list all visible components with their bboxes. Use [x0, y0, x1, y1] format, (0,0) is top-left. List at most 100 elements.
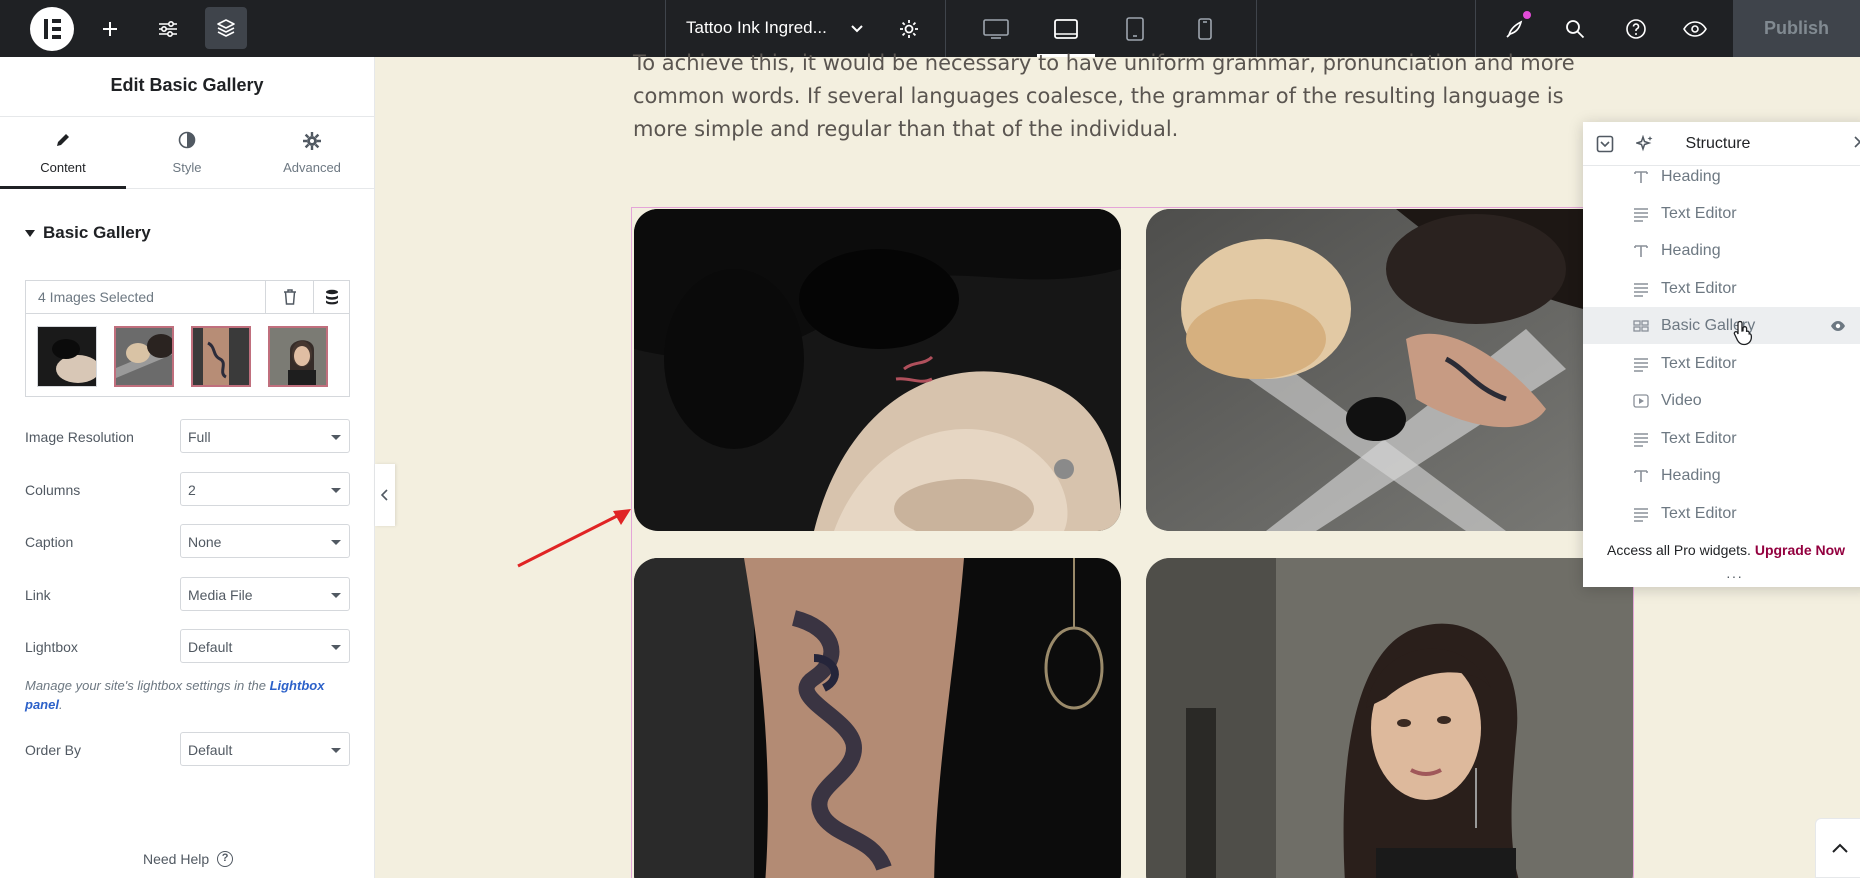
half-circle-icon [124, 131, 250, 151]
image-resolution-select[interactable]: Full [180, 419, 350, 453]
structure-item-text-editor[interactable]: Text Editor [1583, 495, 1860, 527]
order-by-control: Order By Default [25, 732, 350, 768]
publish-button[interactable]: Publish [1733, 0, 1860, 57]
text-editor-icon [1633, 206, 1649, 222]
lightbox-note: Manage your site's lightbox settings in … [25, 676, 355, 714]
tab-style[interactable]: Style [124, 117, 250, 189]
order-by-select[interactable]: Default [180, 732, 350, 766]
structure-item-text-editor[interactable]: Text Editor [1583, 345, 1860, 382]
tab-label: Style [172, 160, 202, 175]
gallery-image[interactable] [634, 558, 1121, 878]
structure-item-video[interactable]: Video [1583, 382, 1860, 419]
lightbox-control: Lightbox Default [25, 629, 350, 665]
structure-item-heading[interactable]: Heading [1583, 167, 1860, 195]
structure-item-text-editor[interactable]: Text Editor [1583, 270, 1860, 307]
tab-label: Advanced [283, 160, 341, 175]
gallery-control[interactable]: 4 Images Selected [25, 280, 350, 397]
structure-item-basic-gallery[interactable]: Basic Gallery [1583, 307, 1860, 344]
dropdown-arrow-icon [331, 593, 341, 598]
elementor-logo-icon[interactable] [30, 7, 74, 51]
caption-select[interactable]: None [180, 524, 350, 558]
gallery-image[interactable] [1146, 209, 1633, 531]
lightbox-select[interactable]: Default [180, 629, 350, 663]
structure-item-label: Text Editor [1661, 505, 1737, 522]
structure-item-label: Video [1661, 392, 1702, 409]
upsell-text: Access all Pro widgets. [1607, 542, 1751, 558]
collapse-panel-button[interactable] [375, 464, 395, 526]
select-value: None [188, 534, 222, 550]
help-icon: ? [217, 851, 234, 867]
heading-icon [1633, 468, 1649, 484]
structure-item-label: Heading [1661, 242, 1721, 259]
gallery-image[interactable] [634, 209, 1121, 531]
video-icon [1633, 393, 1649, 409]
select-value: Full [188, 429, 211, 445]
structure-title: Structure [1685, 135, 1751, 152]
pro-upsell: Access all Pro widgets. Upgrade Now [1607, 542, 1845, 558]
section-toggle[interactable]: Basic Gallery [25, 223, 151, 243]
note-text: Manage your site's lightbox settings in … [25, 678, 270, 693]
link-select[interactable]: Media File [180, 577, 350, 611]
hand-cursor-icon [1733, 320, 1753, 346]
editor-panel: Edit Basic Gallery Content Style Advance… [0, 57, 375, 878]
plus-icon[interactable] [85, 0, 135, 57]
note-end: . [58, 697, 63, 712]
database-icon[interactable] [313, 281, 349, 313]
tab-advanced[interactable]: Advanced [249, 117, 375, 189]
gallery-thumbnail[interactable] [268, 326, 328, 387]
control-label: Link [25, 587, 51, 603]
control-label: Order By [25, 742, 82, 758]
pencil-icon [0, 131, 126, 151]
gear-icon [249, 131, 375, 151]
eye-icon[interactable] [1830, 319, 1846, 337]
gallery-image[interactable] [1146, 558, 1633, 878]
eye-icon[interactable] [1670, 0, 1720, 57]
resize-handle[interactable]: ··· [1726, 568, 1743, 584]
need-help-link[interactable]: Need Help ? [143, 851, 234, 867]
chevron-left-icon [381, 489, 388, 501]
structure-item-heading[interactable]: Heading [1583, 457, 1860, 494]
select-value: Default [188, 639, 233, 655]
structure-item-text-editor[interactable]: Text Editor [1583, 195, 1860, 232]
columns-select[interactable]: 2 [180, 472, 350, 506]
structure-item-label: Text Editor [1661, 280, 1737, 297]
annotation-arrow [517, 509, 631, 568]
caret-down-icon [25, 229, 35, 237]
sliders-icon[interactable] [143, 0, 193, 57]
dropdown-arrow-icon [331, 748, 341, 753]
select-value: Media File [188, 587, 253, 603]
gallery-thumbnail[interactable] [114, 326, 174, 387]
trash-icon[interactable] [265, 281, 313, 313]
structure-header: Structure [1583, 122, 1860, 166]
text-editor-icon [1633, 431, 1649, 447]
layers-icon[interactable] [205, 7, 247, 49]
structure-item-label: Text Editor [1661, 430, 1737, 447]
heading-icon [1633, 169, 1649, 185]
images-selected-label: 4 Images Selected [38, 289, 154, 305]
select-value: Default [188, 742, 233, 758]
text-editor-icon [1633, 281, 1649, 297]
panel-title: Edit Basic Gallery [0, 57, 374, 117]
control-label: Columns [25, 482, 81, 498]
structure-item-text-editor[interactable]: Text Editor [1583, 420, 1860, 457]
structure-panel: Structure Heading Text Editor Heading Te… [1583, 122, 1860, 587]
close-icon[interactable] [1853, 135, 1860, 154]
select-value: 2 [188, 482, 196, 498]
tab-content[interactable]: Content [0, 117, 126, 189]
image-resolution-control: Image Resolution Full [25, 419, 350, 455]
upgrade-now-link[interactable]: Upgrade Now [1755, 542, 1845, 558]
gallery-thumbnail[interactable] [191, 326, 251, 387]
structure-item-label: Text Editor [1661, 205, 1737, 222]
heading-icon [1633, 243, 1649, 259]
structure-item-label: Heading [1661, 467, 1721, 484]
structure-item-heading[interactable]: Heading [1583, 232, 1860, 269]
columns-control: Columns 2 [25, 472, 350, 508]
gallery-thumbnail[interactable] [37, 326, 97, 387]
scroll-to-top-button[interactable] [1815, 818, 1860, 878]
dropdown-arrow-icon [331, 435, 341, 440]
dropdown-arrow-icon [331, 488, 341, 493]
structure-item-label: Text Editor [1661, 355, 1737, 372]
notification-dot [1523, 11, 1531, 19]
tab-label: Content [40, 160, 86, 175]
dropdown-arrow-icon [331, 540, 341, 545]
